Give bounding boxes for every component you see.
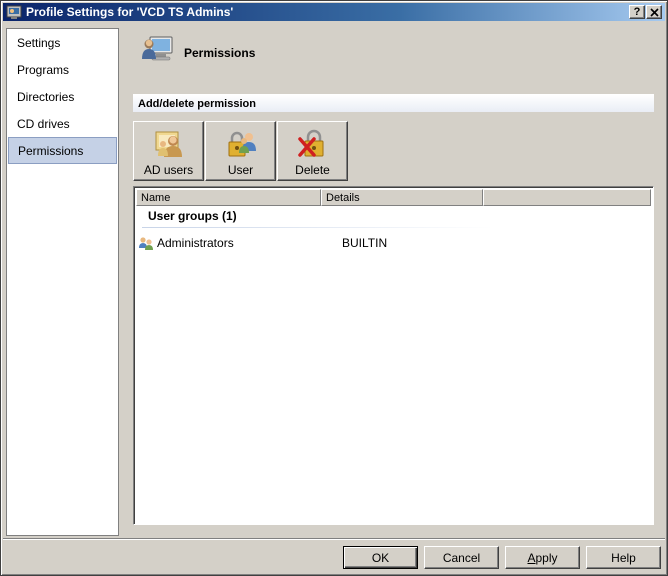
user-label: User (227, 163, 254, 177)
nav-item-label: Directories (17, 89, 75, 104)
column-header-details[interactable]: Details (321, 189, 483, 206)
ad-users-label: AD users (143, 163, 194, 177)
ad-users-button[interactable]: AD users (133, 121, 204, 181)
users-computer-icon (142, 36, 173, 61)
profile-settings-icon (6, 5, 22, 19)
page-title: Permissions (184, 46, 256, 60)
delete-button[interactable]: Delete (277, 121, 348, 181)
ok-button[interactable]: OK (343, 546, 418, 569)
permission-toolbar: AD users User Delete (133, 121, 348, 181)
nav-item-label: CD drives (17, 116, 70, 131)
permissions-panel: Permissions Add/delete permission AD use… (126, 27, 661, 532)
nav-item-directories[interactable]: Directories (7, 83, 118, 110)
nav-item-label: Permissions (18, 143, 84, 158)
delete-lock-icon (297, 129, 323, 157)
apply-button[interactable]: Apply (505, 546, 580, 569)
row-name: Administrators (157, 236, 234, 250)
title-bar[interactable]: Profile Settings for 'VCD TS Admins' ? (3, 3, 665, 21)
profile-settings-window: Profile Settings for 'VCD TS Admins' ? S… (0, 0, 668, 576)
group-header[interactable]: User groups (1) (148, 209, 237, 223)
column-header-filler (483, 189, 651, 206)
button-bar-separator (3, 538, 665, 540)
close-button[interactable] (646, 5, 662, 19)
nav-item-label: Programs (17, 62, 70, 77)
nav-item-cd-drives[interactable]: CD drives (7, 110, 118, 137)
list-header: Name Details (136, 189, 651, 206)
close-icon (649, 7, 659, 17)
nav-item-permissions[interactable]: Permissions (8, 137, 117, 164)
user-group-icon (139, 237, 153, 250)
ad-users-icon (155, 131, 182, 157)
help-title-button[interactable]: ? (629, 5, 645, 19)
apply-mnemonic: A (527, 550, 536, 565)
cancel-button[interactable]: Cancel (424, 546, 499, 569)
group-divider (142, 227, 492, 228)
section-header: Add/delete permission (133, 94, 654, 112)
row-details: BUILTIN (342, 236, 388, 250)
settings-nav: Settings Programs Directories CD drives … (6, 28, 119, 536)
nav-item-programs[interactable]: Programs (7, 56, 118, 83)
help-button[interactable]: Help (586, 546, 661, 569)
list-item[interactable]: Administrators BUILTIN (138, 234, 648, 252)
delete-label: Delete (295, 163, 330, 177)
user-lock-icon (228, 131, 256, 157)
nav-item-label: Settings (17, 35, 61, 50)
column-header-name[interactable]: Name (136, 189, 321, 206)
window-title: Profile Settings for 'VCD TS Admins' (26, 5, 234, 19)
nav-item-settings[interactable]: Settings (7, 29, 118, 56)
permissions-list[interactable]: Name Details User groups (1) Administrat… (133, 186, 654, 525)
apply-label-rest: pply (535, 550, 558, 565)
user-button[interactable]: User (205, 121, 276, 181)
